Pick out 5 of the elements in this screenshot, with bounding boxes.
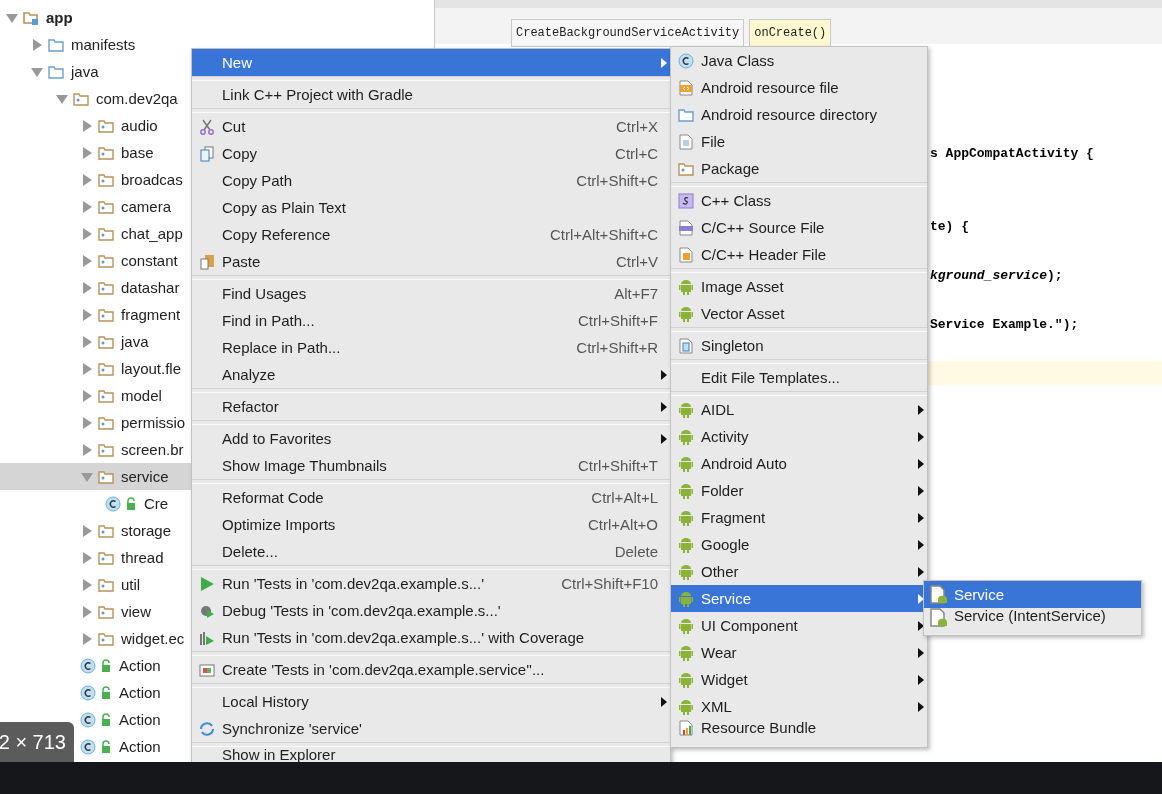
image-size-badge: 2 × 713 xyxy=(0,722,74,762)
code-line: s AppCompatActivity { xyxy=(930,146,1094,162)
code-line: kground_service); xyxy=(930,268,1063,284)
code-line: Service Example."); xyxy=(930,317,1079,332)
code-line: te) { xyxy=(930,219,969,235)
